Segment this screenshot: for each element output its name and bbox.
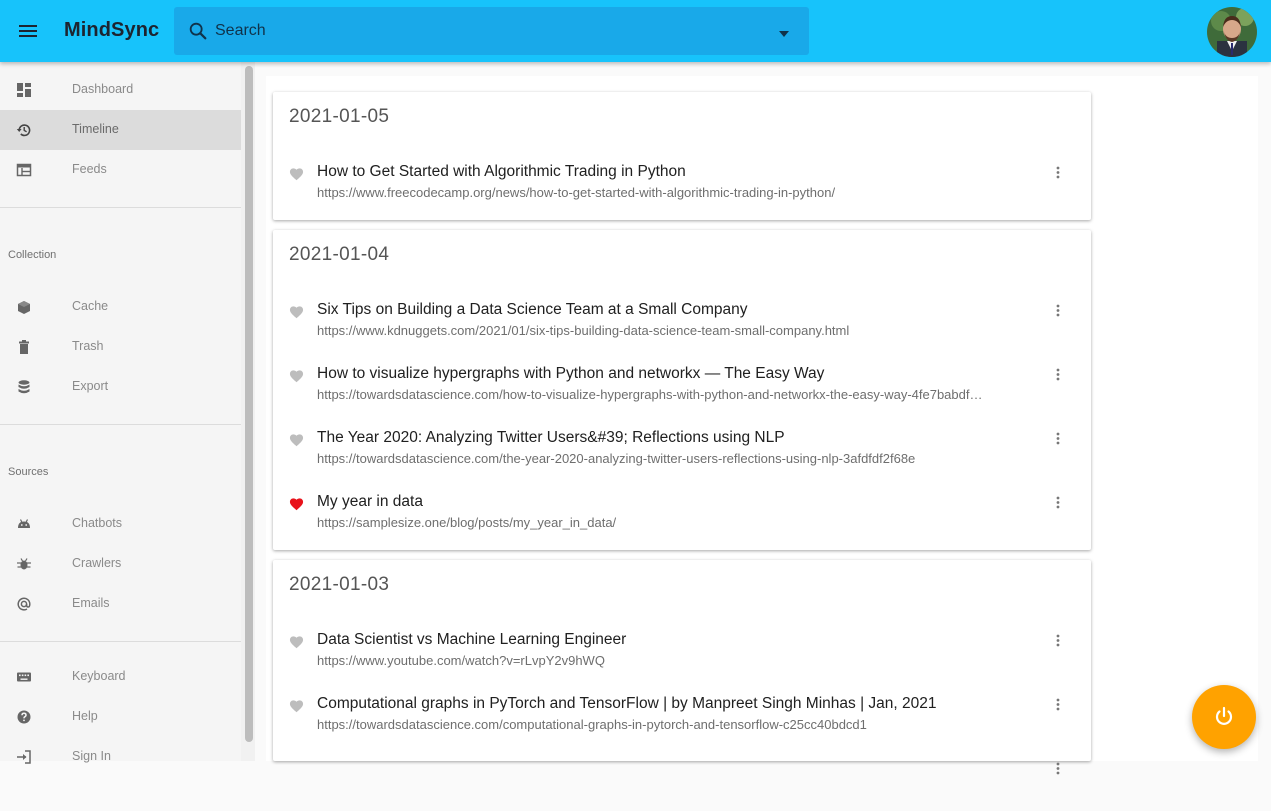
more-vert-icon[interactable]	[1053, 495, 1063, 511]
heart-icon[interactable]	[289, 699, 304, 713]
heart-icon[interactable]	[289, 635, 304, 649]
database-icon	[16, 379, 32, 395]
more-vert-icon[interactable]	[1053, 303, 1063, 319]
more-vert-icon[interactable]	[1053, 165, 1063, 181]
sidebar-item-trash[interactable]: Trash	[0, 327, 241, 367]
day-date: 2021-01-04	[289, 244, 390, 265]
dashboard-icon	[16, 82, 32, 98]
heart-icon[interactable]	[289, 433, 304, 447]
sidebar-item-emails[interactable]: Emails	[0, 584, 241, 624]
sidebar-item-dashboard[interactable]: Dashboard	[0, 70, 241, 110]
cache-icon	[16, 299, 32, 315]
help-icon	[16, 709, 32, 725]
history-icon	[16, 122, 32, 138]
at-icon	[16, 596, 32, 612]
more-vert-icon[interactable]	[1053, 367, 1063, 383]
list-item[interactable]: My year in data https://samplesize.one/b…	[273, 493, 1091, 545]
sidebar-item-label: Trash	[72, 339, 104, 353]
heart-icon[interactable]	[289, 167, 304, 181]
heart-icon[interactable]	[289, 305, 304, 319]
divider	[0, 207, 241, 208]
avatar[interactable]	[1207, 7, 1257, 57]
sidebar-item-chatbots[interactable]: Chatbots	[0, 504, 241, 544]
heart-icon-liked[interactable]	[289, 497, 304, 511]
sidebar-item-label: Keyboard	[72, 669, 126, 683]
list-item[interactable]: The Year 2020: Analyzing Twitter Users&#…	[273, 429, 1091, 481]
entry-url[interactable]: https://towardsdatascience.com/computati…	[317, 717, 867, 732]
sidebar-item-label: Emails	[72, 596, 110, 610]
entry-title[interactable]: Data Scientist vs Machine Learning Engin…	[317, 631, 626, 649]
day-date: 2021-01-05	[289, 106, 390, 127]
list-item-partial	[273, 759, 1091, 811]
more-vert-icon[interactable]	[1053, 761, 1063, 777]
entry-url[interactable]: https://www.freecodecamp.org/news/how-to…	[317, 185, 835, 200]
entry-url[interactable]: https://www.youtube.com/watch?v=rLvpY2v9…	[317, 653, 605, 668]
more-vert-icon[interactable]	[1053, 697, 1063, 713]
entry-title[interactable]: How to Get Started with Algorithmic Trad…	[317, 163, 686, 181]
more-vert-icon[interactable]	[1053, 431, 1063, 447]
search-input[interactable]: Search	[215, 22, 266, 40]
sign-in-icon	[16, 749, 32, 765]
app-title: MindSync	[64, 19, 160, 41]
keyboard-icon	[16, 669, 32, 685]
timeline-day-card: 2021-01-05 How to Get Started with Algor…	[273, 92, 1091, 220]
sidebar: Dashboard Timeline Feeds Collection Cach…	[0, 62, 241, 764]
list-item[interactable]: Data Scientist vs Machine Learning Engin…	[273, 631, 1091, 683]
divider	[0, 641, 241, 642]
list-item[interactable]: How to Get Started with Algorithmic Trad…	[273, 163, 1091, 215]
sidebar-item-label: Dashboard	[72, 82, 134, 96]
power-button[interactable]	[1192, 685, 1256, 749]
sidebar-item-label: Timeline	[72, 122, 119, 136]
entry-url[interactable]: https://www.kdnuggets.com/2021/01/six-ti…	[317, 323, 849, 338]
sidebar-item-feeds[interactable]: Feeds	[0, 150, 241, 190]
sidebar-item-label: Crawlers	[72, 556, 122, 570]
sidebar-item-label: Help	[72, 709, 98, 723]
sidebar-item-export[interactable]: Export	[0, 367, 241, 407]
sidebar-item-keyboard[interactable]: Keyboard	[0, 657, 241, 697]
entry-title[interactable]: Six Tips on Building a Data Science Team…	[317, 301, 748, 319]
heart-icon[interactable]	[289, 369, 304, 383]
app-bar: MindSync Search	[0, 0, 1271, 62]
search-icon	[187, 20, 209, 42]
menu-icon[interactable]	[16, 19, 40, 43]
entry-title[interactable]: My year in data	[317, 493, 423, 511]
sidebar-item-sign-in[interactable]: Sign In	[0, 737, 241, 777]
entry-title[interactable]: How to visualize hypergraphs with Python…	[317, 365, 824, 383]
sidebar-item-crawlers[interactable]: Crawlers	[0, 544, 241, 584]
entry-url[interactable]: https://towardsdatascience.com/how-to-vi…	[317, 387, 982, 402]
trash-icon	[16, 339, 32, 355]
feeds-icon	[16, 162, 32, 178]
sidebar-item-cache[interactable]: Cache	[0, 287, 241, 327]
entry-url[interactable]: https://samplesize.one/blog/posts/my_yea…	[317, 515, 616, 530]
android-icon	[16, 516, 32, 532]
more-vert-icon[interactable]	[1053, 633, 1063, 649]
entry-title[interactable]: Computational graphs in PyTorch and Tens…	[317, 695, 937, 713]
sidebar-item-label: Export	[72, 379, 109, 393]
day-date: 2021-01-03	[289, 574, 390, 595]
divider	[0, 424, 241, 425]
list-item[interactable]: How to visualize hypergraphs with Python…	[273, 365, 1091, 417]
sidebar-item-label: Cache	[72, 299, 109, 313]
entry-title[interactable]: The Year 2020: Analyzing Twitter Users&#…	[317, 429, 785, 447]
list-item[interactable]: Computational graphs in PyTorch and Tens…	[273, 695, 1091, 747]
sidebar-scroll-thumb[interactable]	[245, 66, 253, 742]
list-item[interactable]: Six Tips on Building a Data Science Team…	[273, 301, 1091, 353]
timeline-day-card: 2021-01-04 Six Tips on Building a Data S…	[273, 230, 1091, 550]
timeline-day-card: 2021-01-03 Data Scientist vs Machine Lea…	[273, 560, 1091, 775]
sidebar-item-label: Chatbots	[72, 516, 123, 530]
section-label-collection: Collection	[8, 249, 57, 261]
bug-icon	[16, 556, 32, 572]
sidebar-item-label: Feeds	[72, 162, 107, 176]
sidebar-item-timeline[interactable]: Timeline	[0, 110, 241, 150]
sidebar-item-help[interactable]: Help	[0, 697, 241, 737]
section-label-sources: Sources	[8, 466, 49, 478]
entry-url[interactable]: https://towardsdatascience.com/the-year-…	[317, 451, 915, 466]
chevron-down-icon[interactable]	[777, 26, 791, 37]
search-bar[interactable]: Search	[174, 7, 809, 55]
